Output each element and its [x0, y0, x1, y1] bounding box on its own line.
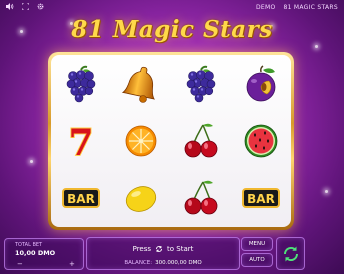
bet-label: TOTAL BET — [15, 242, 43, 248]
balance-label: BALANCE: — [124, 260, 153, 266]
bet-decrease-button[interactable]: − — [17, 260, 23, 268]
reels-frame: 7 BAR BAR — [48, 52, 294, 230]
menu-button[interactable]: MENU — [241, 237, 273, 251]
auto-button[interactable]: AUTO — [241, 253, 273, 267]
bet-value: 10,00 DMO — [15, 249, 56, 257]
game-name-label: 81 MAGIC STARS — [283, 3, 338, 11]
reel-cell-grapes-icon — [51, 55, 111, 112]
svg-text:BAR: BAR — [67, 192, 95, 206]
sparkle — [325, 190, 328, 193]
mode-label: DEMO — [255, 3, 276, 11]
reel-cell-orange-icon — [111, 112, 171, 169]
sparkle — [30, 160, 33, 163]
expand-icon[interactable] — [21, 2, 30, 12]
gear-icon[interactable] — [37, 3, 44, 12]
svg-text:7: 7 — [68, 122, 93, 161]
sparkle — [315, 45, 318, 48]
game-title: 81 Magic Stars — [71, 16, 273, 43]
reels-grid: 7 BAR BAR — [51, 55, 291, 227]
reel-cell-lemon-icon — [111, 170, 171, 227]
reel-cell-bar-icon: BAR — [231, 170, 291, 227]
spin-button[interactable] — [276, 237, 305, 270]
press-label: Press — [132, 245, 152, 253]
top-bar: DEMO 81 MAGIC STARS — [0, 0, 344, 14]
reel-cell-watermelon-icon — [231, 112, 291, 169]
reel-cell-bell-icon — [111, 55, 171, 112]
to-start-label: to Start — [167, 245, 194, 253]
spin-icon — [156, 246, 162, 252]
sound-icon[interactable] — [6, 2, 14, 12]
bet-increase-button[interactable]: + — [69, 260, 75, 268]
reel-cell-bar-icon: BAR — [51, 170, 111, 227]
svg-text:BAR: BAR — [247, 192, 275, 206]
bet-panel: TOTAL BET 10,00 DMO − + — [4, 238, 84, 270]
reel-cell-cherries-icon — [171, 170, 231, 227]
balance-value: 300.000,00 DMO — [155, 260, 202, 266]
status-panel: Press to Start BALANCE: 300.000,00 DMO — [86, 237, 240, 270]
reel-cell-plum-icon — [231, 55, 291, 112]
reel-cell-seven-icon: 7 — [51, 112, 111, 169]
control-bar: TOTAL BET 10,00 DMO − + Press to Start B… — [0, 232, 344, 274]
spin-arrows-icon — [283, 246, 298, 261]
reel-cell-cherries-icon — [171, 112, 231, 169]
reel-cell-grapes-icon — [171, 55, 231, 112]
